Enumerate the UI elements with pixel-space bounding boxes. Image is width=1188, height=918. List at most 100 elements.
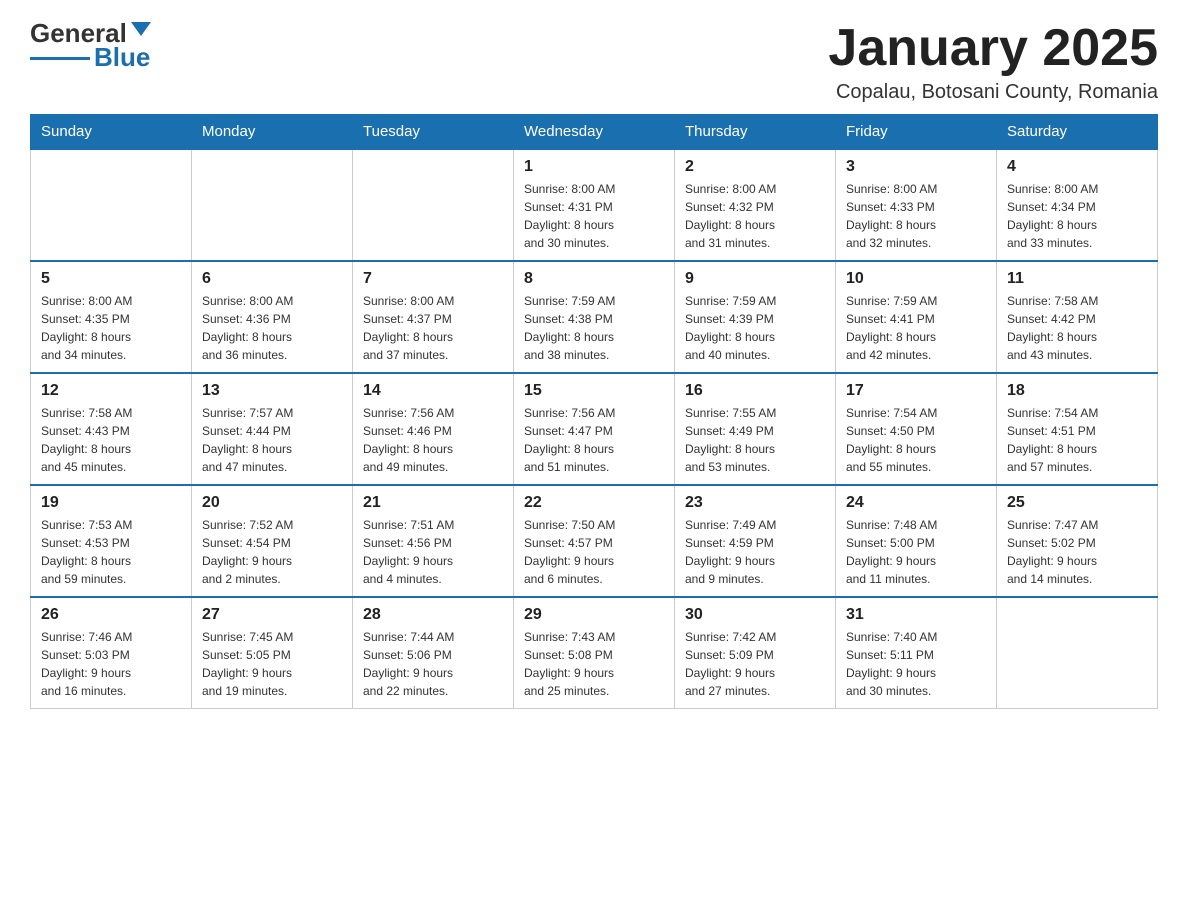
calendar-cell: 29 Sunrise: 7:43 AMSunset: 5:08 PMDayligh… [514, 597, 675, 709]
calendar-cell: 20 Sunrise: 7:52 AMSunset: 4:54 PMDayligh… [192, 485, 353, 597]
week-row-5: 26 Sunrise: 7:46 AMSunset: 5:03 PMDayligh… [31, 597, 1158, 709]
calendar-cell [997, 597, 1158, 709]
calendar-cell: 28 Sunrise: 7:44 AMSunset: 5:06 PMDayligh… [353, 597, 514, 709]
day-info: Sunrise: 8:00 AMSunset: 4:33 PMDaylight:… [846, 180, 986, 252]
calendar-cell: 18 Sunrise: 7:54 AMSunset: 4:51 PMDayligh… [997, 373, 1158, 485]
day-number: 31 [846, 606, 986, 624]
calendar-cell: 21 Sunrise: 7:51 AMSunset: 4:56 PMDayligh… [353, 485, 514, 597]
calendar-cell: 22Sunrise: 7:50 AMSunset: 4:57 PMDayligh… [514, 485, 675, 597]
day-number: 14 [363, 382, 503, 400]
calendar-cell: 30Sunrise: 7:42 AMSunset: 5:09 PMDayligh… [675, 597, 836, 709]
calendar-cell: 27 Sunrise: 7:45 AMSunset: 5:05 PMDayligh… [192, 597, 353, 709]
logo: General Blue [30, 20, 151, 70]
day-number: 27 [202, 606, 342, 624]
weekday-header-saturday: Saturday [997, 115, 1158, 150]
day-number: 10 [846, 270, 986, 288]
calendar-cell: 19 Sunrise: 7:53 AMSunset: 4:53 PMDayligh… [31, 485, 192, 597]
day-number: 4 [1007, 158, 1147, 176]
week-row-1: 1 Sunrise: 8:00 AMSunset: 4:31 PMDaylight… [31, 149, 1158, 261]
calendar-cell: 16Sunrise: 7:55 AMSunset: 4:49 PMDayligh… [675, 373, 836, 485]
day-number: 30 [685, 606, 825, 624]
day-number: 28 [363, 606, 503, 624]
calendar-cell: 17Sunrise: 7:54 AMSunset: 4:50 PMDayligh… [836, 373, 997, 485]
calendar-cell: 2 Sunrise: 8:00 AMSunset: 4:32 PMDaylight… [675, 149, 836, 261]
weekday-header-friday: Friday [836, 115, 997, 150]
day-number: 20 [202, 494, 342, 512]
calendar-cell: 3 Sunrise: 8:00 AMSunset: 4:33 PMDaylight… [836, 149, 997, 261]
logo-arrow-icon [131, 22, 151, 36]
day-info: Sunrise: 7:49 AMSunset: 4:59 PMDaylight:… [685, 516, 825, 588]
day-info: Sunrise: 7:56 AMSunset: 4:47 PMDaylight:… [524, 404, 664, 476]
calendar-cell: 31 Sunrise: 7:40 AMSunset: 5:11 PMDayligh… [836, 597, 997, 709]
day-info: Sunrise: 7:54 AMSunset: 4:51 PMDaylight:… [1007, 404, 1147, 476]
day-number: 3 [846, 158, 986, 176]
day-number: 5 [41, 270, 181, 288]
day-info: Sunrise: 8:00 AMSunset: 4:31 PMDaylight:… [524, 180, 664, 252]
calendar-cell: 11 Sunrise: 7:58 AMSunset: 4:42 PMDayligh… [997, 261, 1158, 373]
day-info: Sunrise: 7:59 AMSunset: 4:41 PMDaylight:… [846, 292, 986, 364]
calendar-cell: 10 Sunrise: 7:59 AMSunset: 4:41 PMDayligh… [836, 261, 997, 373]
day-number: 6 [202, 270, 342, 288]
calendar-cell: 5 Sunrise: 8:00 AMSunset: 4:35 PMDaylight… [31, 261, 192, 373]
weekday-header-monday: Monday [192, 115, 353, 150]
calendar-table: SundayMondayTuesdayWednesdayThursdayFrid… [30, 114, 1158, 709]
day-number: 13 [202, 382, 342, 400]
calendar-cell: 7 Sunrise: 8:00 AMSunset: 4:37 PMDaylight… [353, 261, 514, 373]
week-row-2: 5 Sunrise: 8:00 AMSunset: 4:35 PMDaylight… [31, 261, 1158, 373]
calendar-cell: 23 Sunrise: 7:49 AMSunset: 4:59 PMDayligh… [675, 485, 836, 597]
calendar-cell [353, 149, 514, 261]
day-number: 16 [685, 382, 825, 400]
calendar-cell: 4 Sunrise: 8:00 AMSunset: 4:34 PMDaylight… [997, 149, 1158, 261]
day-number: 11 [1007, 270, 1147, 288]
day-info: Sunrise: 7:51 AMSunset: 4:56 PMDaylight:… [363, 516, 503, 588]
calendar-cell: 14 Sunrise: 7:56 AMSunset: 4:46 PMDayligh… [353, 373, 514, 485]
day-number: 15 [524, 382, 664, 400]
calendar-cell [31, 149, 192, 261]
day-number: 19 [41, 494, 181, 512]
day-info: Sunrise: 7:45 AMSunset: 5:05 PMDaylight:… [202, 628, 342, 700]
day-info: Sunrise: 7:43 AMSunset: 5:08 PMDaylight:… [524, 628, 664, 700]
day-number: 12 [41, 382, 181, 400]
logo-blue: Blue [94, 44, 150, 70]
day-info: Sunrise: 8:00 AMSunset: 4:37 PMDaylight:… [363, 292, 503, 364]
day-info: Sunrise: 7:46 AMSunset: 5:03 PMDaylight:… [41, 628, 181, 700]
day-number: 1 [524, 158, 664, 176]
day-number: 9 [685, 270, 825, 288]
title-section: January 2025 Copalau, Botosani County, R… [828, 20, 1158, 104]
weekday-header-sunday: Sunday [31, 115, 192, 150]
day-number: 2 [685, 158, 825, 176]
day-info: Sunrise: 8:00 AMSunset: 4:32 PMDaylight:… [685, 180, 825, 252]
day-info: Sunrise: 7:44 AMSunset: 5:06 PMDaylight:… [363, 628, 503, 700]
day-info: Sunrise: 7:40 AMSunset: 5:11 PMDaylight:… [846, 628, 986, 700]
calendar-cell: 6 Sunrise: 8:00 AMSunset: 4:36 PMDaylight… [192, 261, 353, 373]
calendar-cell: 26 Sunrise: 7:46 AMSunset: 5:03 PMDayligh… [31, 597, 192, 709]
day-info: Sunrise: 7:53 AMSunset: 4:53 PMDaylight:… [41, 516, 181, 588]
calendar-cell: 13Sunrise: 7:57 AMSunset: 4:44 PMDayligh… [192, 373, 353, 485]
day-info: Sunrise: 7:52 AMSunset: 4:54 PMDaylight:… [202, 516, 342, 588]
day-number: 8 [524, 270, 664, 288]
week-row-3: 12Sunrise: 7:58 AMSunset: 4:43 PMDayligh… [31, 373, 1158, 485]
day-info: Sunrise: 7:59 AMSunset: 4:39 PMDaylight:… [685, 292, 825, 364]
calendar-cell: 24Sunrise: 7:48 AMSunset: 5:00 PMDayligh… [836, 485, 997, 597]
calendar-cell: 1 Sunrise: 8:00 AMSunset: 4:31 PMDaylight… [514, 149, 675, 261]
day-number: 18 [1007, 382, 1147, 400]
day-info: Sunrise: 8:00 AMSunset: 4:36 PMDaylight:… [202, 292, 342, 364]
day-number: 21 [363, 494, 503, 512]
weekday-header-thursday: Thursday [675, 115, 836, 150]
day-info: Sunrise: 7:47 AMSunset: 5:02 PMDaylight:… [1007, 516, 1147, 588]
weekday-header-tuesday: Tuesday [353, 115, 514, 150]
day-info: Sunrise: 8:00 AMSunset: 4:35 PMDaylight:… [41, 292, 181, 364]
location: Copalau, Botosani County, Romania [828, 81, 1158, 104]
day-info: Sunrise: 7:58 AMSunset: 4:42 PMDaylight:… [1007, 292, 1147, 364]
day-info: Sunrise: 7:50 AMSunset: 4:57 PMDaylight:… [524, 516, 664, 588]
day-number: 23 [685, 494, 825, 512]
day-info: Sunrise: 7:48 AMSunset: 5:00 PMDaylight:… [846, 516, 986, 588]
logo-line [30, 57, 90, 60]
day-number: 7 [363, 270, 503, 288]
month-title: January 2025 [828, 20, 1158, 77]
day-number: 25 [1007, 494, 1147, 512]
day-number: 26 [41, 606, 181, 624]
day-number: 29 [524, 606, 664, 624]
day-info: Sunrise: 8:00 AMSunset: 4:34 PMDaylight:… [1007, 180, 1147, 252]
day-info: Sunrise: 7:56 AMSunset: 4:46 PMDaylight:… [363, 404, 503, 476]
